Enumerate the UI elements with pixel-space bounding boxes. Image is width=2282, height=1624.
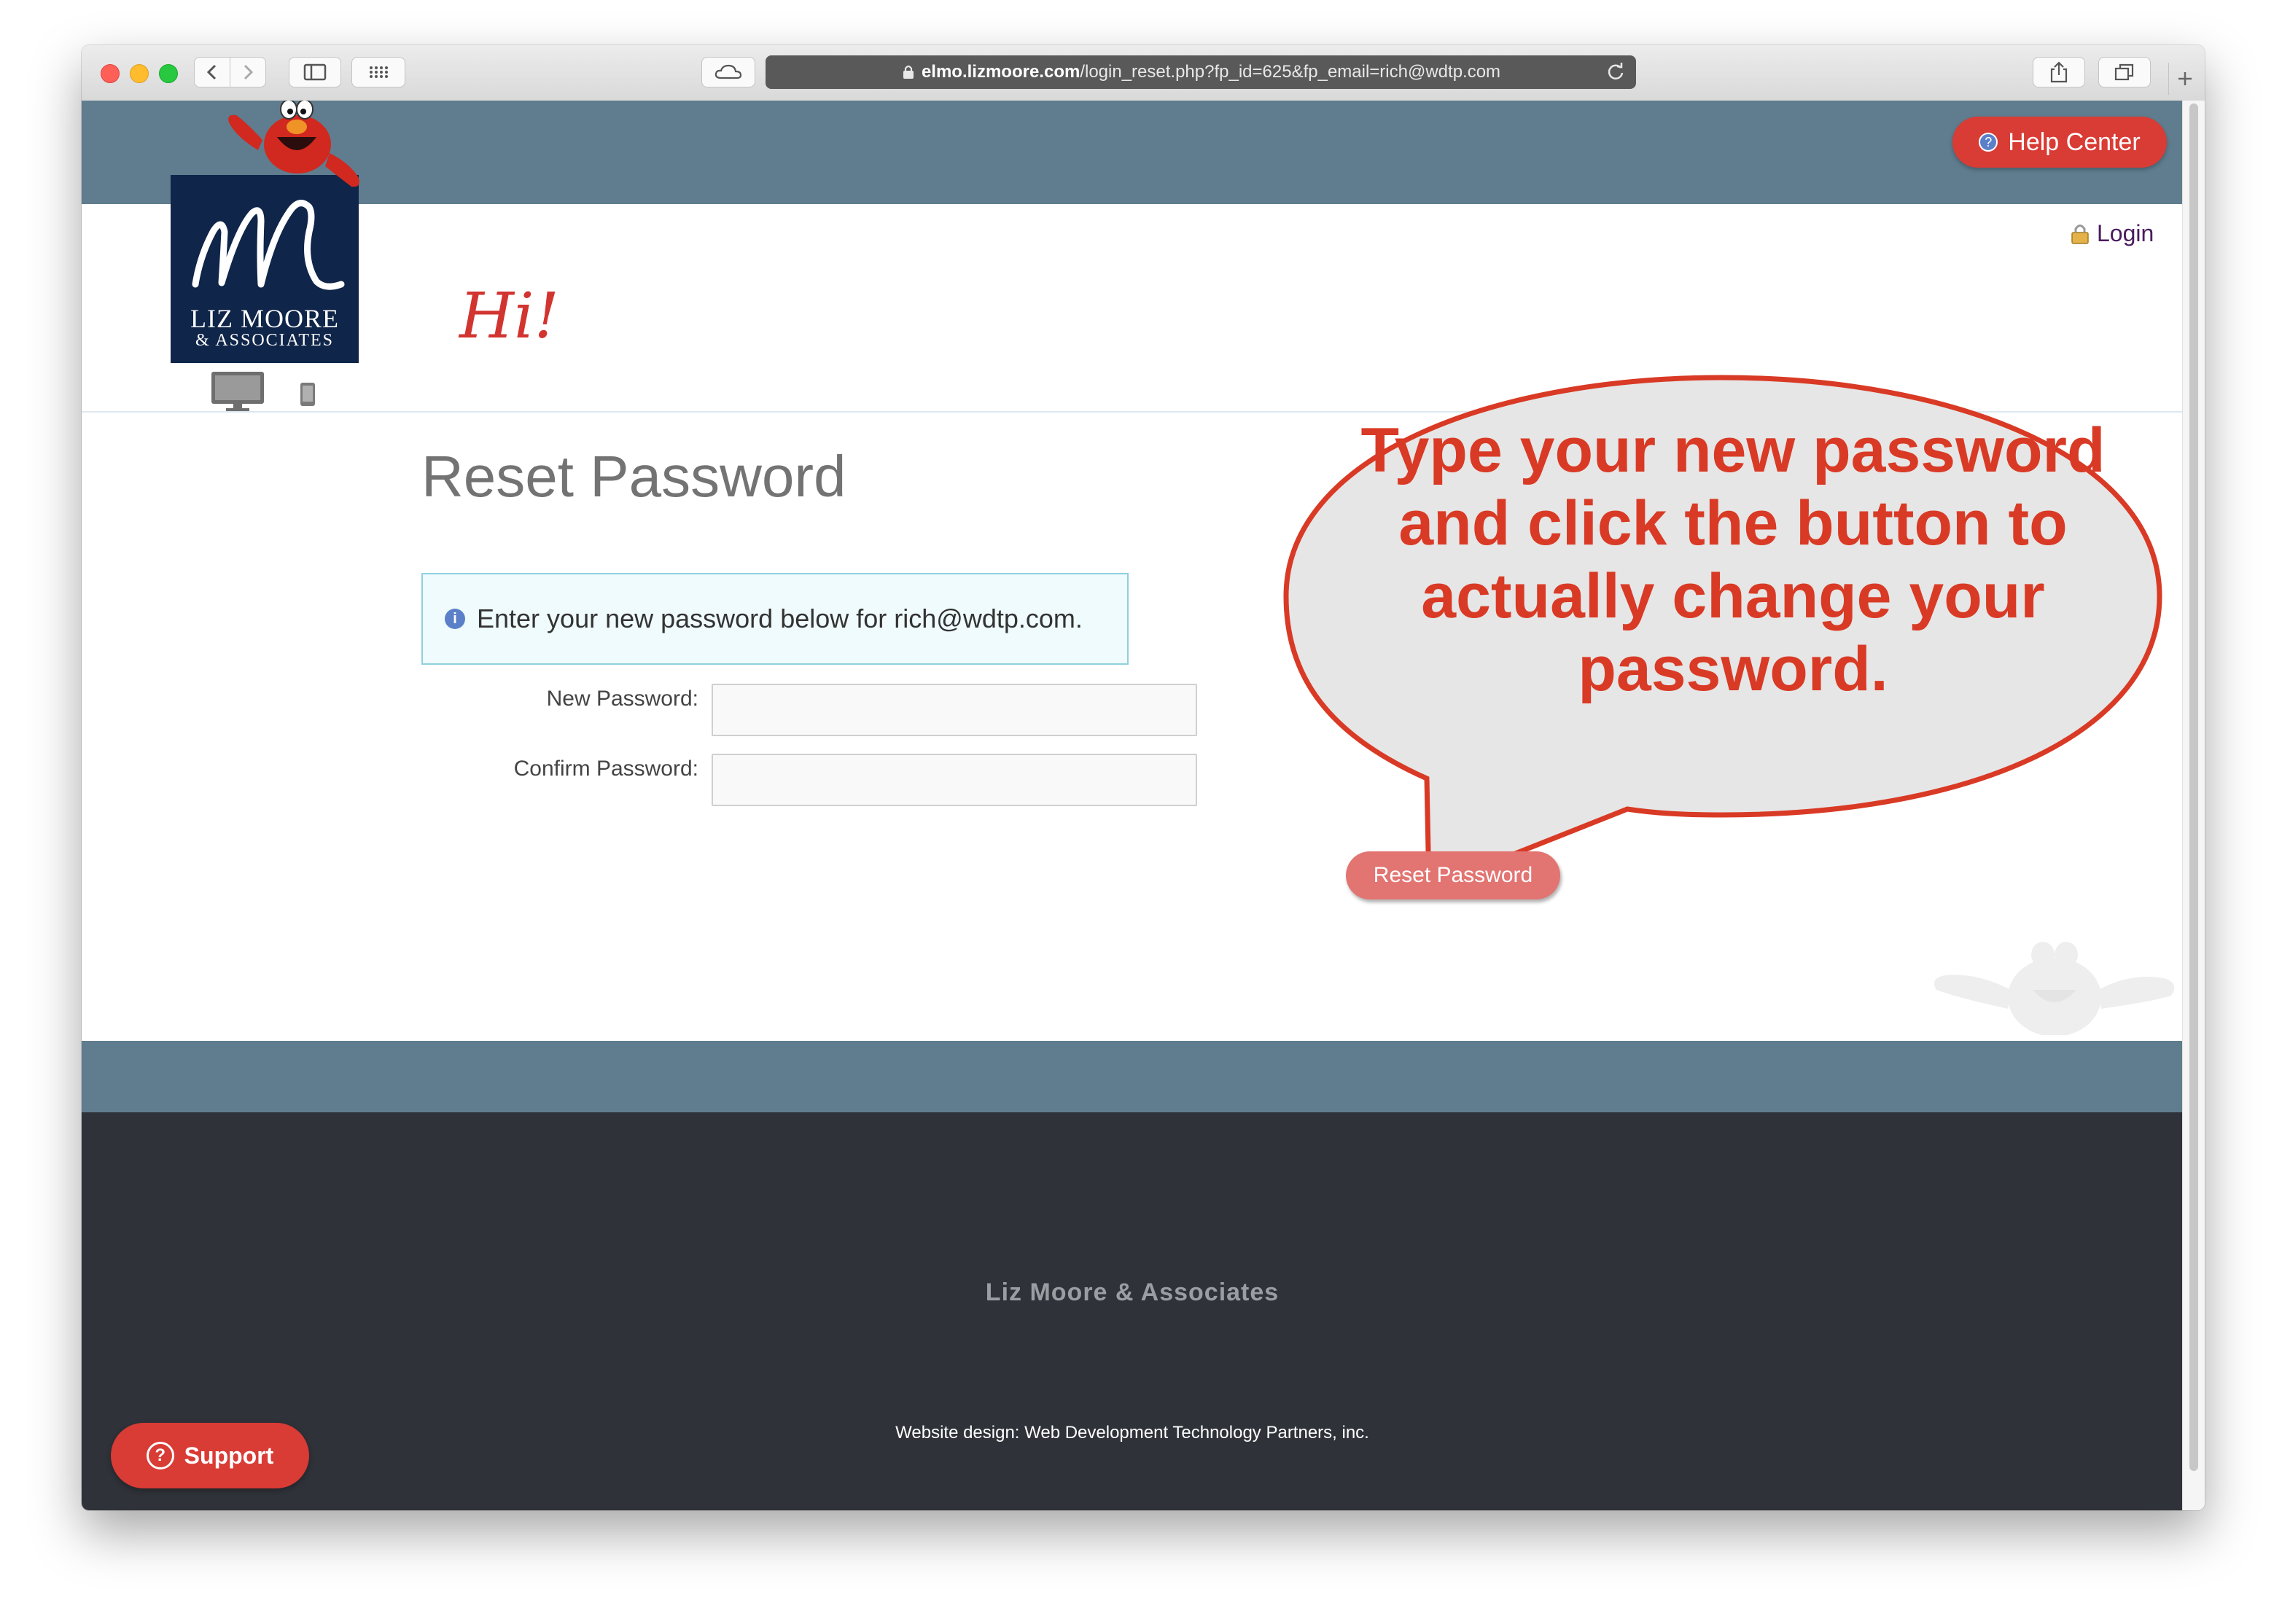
header-band: ? Help Center bbox=[82, 101, 2183, 204]
site-footer: Liz Moore & Associates Website design: W… bbox=[82, 1112, 2183, 1510]
confirm-password-label: Confirm Password: bbox=[513, 757, 698, 781]
confirm-password-input[interactable] bbox=[712, 754, 1197, 806]
share-icon bbox=[2050, 61, 2068, 83]
lock-icon bbox=[2071, 224, 2089, 244]
elmo-watermark-image bbox=[1934, 942, 2175, 1035]
grid-icon bbox=[370, 66, 388, 78]
sidebar-toggle-button[interactable] bbox=[289, 57, 341, 87]
browser-toolbar: elmo.lizmoore.com/login_reset.php?fp_id=… bbox=[82, 45, 2205, 102]
url-path: /login_reset.php?fp_id=625&fp_email=rich… bbox=[1080, 62, 1501, 82]
help-center-button[interactable]: ? Help Center bbox=[1952, 117, 2167, 168]
sidebar-icon bbox=[303, 63, 327, 81]
scrollbar[interactable] bbox=[2182, 101, 2205, 1510]
scrollbar-thumb[interactable] bbox=[2189, 104, 2198, 1471]
support-button[interactable]: ? Support bbox=[111, 1423, 309, 1488]
desktop-view-icon[interactable] bbox=[210, 370, 265, 413]
info-message: i Enter your new password below for rich… bbox=[421, 573, 1129, 665]
footer-company-name: Liz Moore & Associates bbox=[985, 1278, 1280, 1306]
new-password-input[interactable] bbox=[712, 684, 1197, 736]
browser-window: elmo.lizmoore.com/login_reset.php?fp_id=… bbox=[82, 45, 2205, 1510]
greeting-text: Hi! bbox=[459, 280, 560, 353]
icloud-tabs-button[interactable] bbox=[701, 57, 755, 87]
new-password-label: New Password: bbox=[546, 687, 698, 711]
footer-credit[interactable]: Website design: Web Development Technolo… bbox=[82, 1423, 2183, 1443]
page-title: Reset Password bbox=[421, 444, 846, 509]
help-center-label: Help Center bbox=[2008, 128, 2141, 156]
info-icon: i bbox=[445, 609, 465, 629]
mobile-view-icon[interactable] bbox=[299, 382, 316, 407]
footer-band bbox=[82, 1041, 2183, 1112]
tab-overview-button[interactable] bbox=[351, 57, 405, 87]
chevron-right-icon bbox=[244, 64, 254, 80]
callout-text: Type your new password and click the but… bbox=[1360, 415, 2106, 704]
minimize-window-button[interactable] bbox=[130, 64, 149, 83]
login-label: Login bbox=[2097, 220, 2154, 246]
reload-icon[interactable] bbox=[1605, 62, 1626, 82]
close-window-button[interactable] bbox=[101, 64, 120, 83]
reset-password-button[interactable]: Reset Password bbox=[1346, 851, 1560, 899]
back-button[interactable] bbox=[194, 57, 230, 87]
support-label: Support bbox=[184, 1442, 274, 1469]
login-link[interactable]: Login bbox=[2069, 220, 2154, 247]
info-message-text: Enter your new password below for rich@w… bbox=[477, 604, 1083, 633]
elmo-mascot-image bbox=[228, 101, 359, 187]
new-tab-button[interactable] bbox=[2168, 63, 2200, 95]
question-icon: ? bbox=[1979, 133, 1998, 152]
plus-icon bbox=[2178, 72, 2192, 85]
address-bar[interactable]: elmo.lizmoore.com/login_reset.php?fp_id=… bbox=[766, 55, 1636, 89]
web-page: ? Help Center LIZ MOORE & ASSOCIATES Hi!… bbox=[82, 101, 2183, 1510]
tabs-button[interactable] bbox=[2098, 57, 2151, 87]
logo-subtitle: & ASSOCIATES bbox=[195, 331, 335, 350]
zoom-window-button[interactable] bbox=[159, 64, 178, 83]
forward-button[interactable] bbox=[230, 57, 266, 87]
url-host: elmo.lizmoore.com bbox=[921, 62, 1080, 82]
logo-name: LIZ MOORE bbox=[190, 304, 339, 333]
cloud-icon bbox=[714, 64, 742, 79]
share-button[interactable] bbox=[2033, 57, 2085, 87]
lock-icon bbox=[903, 65, 914, 79]
tabs-icon bbox=[2114, 63, 2134, 81]
chevron-left-icon bbox=[206, 64, 217, 80]
question-icon: ? bbox=[146, 1442, 174, 1469]
